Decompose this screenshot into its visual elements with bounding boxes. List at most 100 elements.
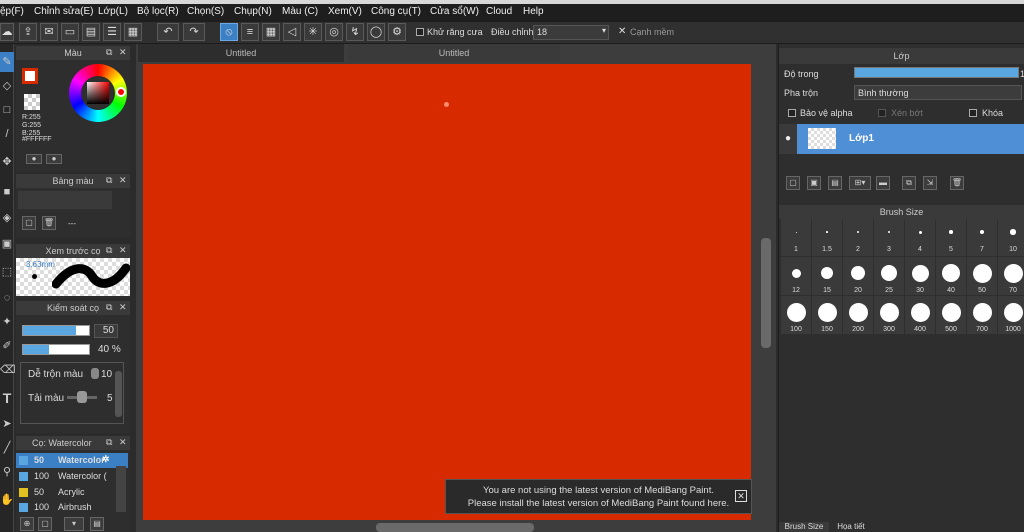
reload-slider-knob[interactable] xyxy=(77,391,87,403)
snap-perspective-icon[interactable]: ◁ xyxy=(283,23,301,41)
menu-layer[interactable]: Lớp(L) xyxy=(98,6,128,17)
lock-checkbox[interactable] xyxy=(969,109,977,117)
add-layer-menu-icon[interactable]: ⊞▾ xyxy=(849,176,871,190)
brush-size-cell[interactable]: 30 xyxy=(905,257,935,295)
brush-options-icon[interactable]: ▾ xyxy=(64,517,84,531)
snap-settings-icon[interactable]: ⚙ xyxy=(388,23,406,41)
menu-filter[interactable]: Bộ lọc(R) xyxy=(137,6,179,17)
brush-size-cell[interactable]: 5 xyxy=(936,218,966,256)
undock-icon[interactable]: ⧉ xyxy=(106,175,112,186)
brush-size-tab[interactable]: Brush Size xyxy=(779,522,829,532)
brush-size-cell[interactable]: 25 xyxy=(874,257,904,295)
snap-circle-icon[interactable]: ◯ xyxy=(367,23,385,41)
brush-size-cell[interactable]: 15 xyxy=(812,257,842,295)
blend-mode-select[interactable]: Bình thường xyxy=(854,85,1022,100)
size-value[interactable]: 50 xyxy=(94,324,118,338)
share-icon[interactable]: ⇪ xyxy=(19,23,37,41)
saturation-square[interactable] xyxy=(87,82,109,104)
brush-size-cell[interactable]: 100 xyxy=(781,296,811,334)
color-wheel-mode-button[interactable]: ● xyxy=(26,154,42,164)
antialias-checkbox[interactable] xyxy=(416,28,424,36)
brush-size-cell[interactable]: 12 xyxy=(781,257,811,295)
transparent-color-swatch[interactable] xyxy=(24,94,40,110)
brush-size-cell[interactable]: 400 xyxy=(905,296,935,334)
brush-size-cell[interactable]: 300 xyxy=(874,296,904,334)
brush-size-cell[interactable]: 10 xyxy=(998,218,1024,256)
rectangle-tool-icon[interactable]: □ xyxy=(0,100,14,120)
brush-size-cell[interactable]: 50 xyxy=(967,257,997,295)
lasso-tool-icon[interactable]: ◌ xyxy=(0,288,14,308)
duplicate-layer-icon[interactable]: ⧉ xyxy=(902,176,916,190)
list-icon[interactable]: ☰ xyxy=(103,23,121,41)
text-tool-icon[interactable]: T xyxy=(0,388,14,408)
undock-icon[interactable]: ⧉ xyxy=(106,302,112,313)
brush-size-cell[interactable]: 4 xyxy=(905,218,935,256)
gear-icon[interactable]: ✲ xyxy=(102,454,110,465)
brush-size-cell[interactable]: 700 xyxy=(967,296,997,334)
close-icon[interactable]: ✕ xyxy=(119,245,127,256)
brush-size-cell[interactable]: 1 xyxy=(781,218,811,256)
color-slider-mode-button[interactable]: ● xyxy=(46,154,62,164)
snap-curve-icon[interactable]: ↯ xyxy=(346,23,364,41)
eyedropper-icon[interactable]: ⚲ xyxy=(0,462,14,482)
menu-select[interactable]: Chọn(S) xyxy=(187,6,224,17)
snap-grid-icon[interactable]: ▦ xyxy=(262,23,280,41)
layer-opacity-slider[interactable] xyxy=(854,67,1019,78)
blend-slider-knob[interactable] xyxy=(91,368,99,379)
eraser-tool-icon[interactable]: ◇ xyxy=(0,76,14,96)
document-tab-1[interactable]: Untitled xyxy=(138,44,344,62)
menu-snap[interactable]: Chụp(N) xyxy=(234,6,272,17)
folder-icon[interactable]: ▬ xyxy=(876,176,890,190)
menu-tools[interactable]: Công cụ(T) xyxy=(371,6,421,17)
new-halftone-layer-icon[interactable]: ▣ xyxy=(807,176,821,190)
snap-off-icon[interactable]: ⦸ xyxy=(220,23,238,41)
brush-list-scrollbar[interactable] xyxy=(116,466,126,512)
move-tool-icon[interactable]: ✥ xyxy=(0,152,14,172)
new-layer-icon[interactable]: ▢ xyxy=(786,176,800,190)
cloud-icon[interactable]: ☁ xyxy=(0,23,14,41)
menu-edit[interactable]: Chỉnh sửa(E) xyxy=(34,6,94,17)
redo-button[interactable]: ↷ xyxy=(183,23,205,41)
bucket-tool-icon[interactable]: ◈ xyxy=(0,208,14,228)
add-brush-icon[interactable]: ⊕ xyxy=(20,517,34,531)
brush-item-airbrush[interactable]: 100 Airbrush xyxy=(16,500,128,515)
document-icon[interactable]: ▤ xyxy=(82,23,100,41)
comment-icon[interactable]: ✉ xyxy=(40,23,58,41)
size-slider[interactable] xyxy=(22,325,90,336)
close-icon[interactable]: ✕ xyxy=(119,47,127,58)
close-icon[interactable]: ✕ xyxy=(119,302,127,313)
brush-size-cell[interactable]: 200 xyxy=(843,296,873,334)
document-tab-2[interactable]: Untitled xyxy=(348,44,560,62)
close-icon[interactable]: ✕ xyxy=(119,437,127,448)
menu-help[interactable]: Help xyxy=(523,6,544,17)
merge-layer-icon[interactable]: ⇲ xyxy=(923,176,937,190)
palette-swatch-area[interactable] xyxy=(18,191,112,209)
vertical-scrollbar[interactable] xyxy=(761,238,771,348)
trash-icon[interactable]: 🗑 xyxy=(950,176,964,190)
new-8bit-layer-icon[interactable]: ▤ xyxy=(828,176,842,190)
snap-radial-icon[interactable]: ✳ xyxy=(304,23,322,41)
update-notice[interactable]: You are not using the latest version of … xyxy=(445,479,752,514)
pattern-tab[interactable]: Họa tiết xyxy=(831,522,871,532)
undock-icon[interactable]: ⧉ xyxy=(106,437,112,448)
brush-size-cell[interactable]: 7 xyxy=(967,218,997,256)
hand-tool-icon[interactable]: ✋ xyxy=(0,490,14,510)
brush-size-cell[interactable]: 2 xyxy=(843,218,873,256)
select-eraser-icon[interactable]: ⌫ xyxy=(0,360,16,380)
brush-item-watercolor-2[interactable]: 100 Watercolor ( xyxy=(16,469,128,484)
pen-tool-icon[interactable]: / xyxy=(0,124,14,144)
menu-color[interactable]: Màu (C) xyxy=(282,6,318,17)
brush-item-acrylic[interactable]: 50 Acrylic xyxy=(16,485,128,500)
undock-icon[interactable]: ⧉ xyxy=(106,245,112,256)
close-icon[interactable]: ✕ xyxy=(618,26,626,37)
brush-size-cell[interactable]: 3 xyxy=(874,218,904,256)
brush-item-watercolor[interactable]: 50 Watercolor ✲ xyxy=(16,453,128,468)
divide-tool-icon[interactable]: ╱ xyxy=(0,438,14,458)
brush-tool-icon[interactable]: ✎ xyxy=(0,52,14,72)
opacity-slider[interactable] xyxy=(22,344,90,355)
trash-icon[interactable]: 🗑 xyxy=(42,216,56,230)
options-scrollbar[interactable] xyxy=(115,371,122,417)
operation-tool-icon[interactable]: ➤ xyxy=(0,414,14,434)
brush-size-cell[interactable]: 1.5 xyxy=(812,218,842,256)
eye-icon[interactable]: ● xyxy=(779,124,797,154)
